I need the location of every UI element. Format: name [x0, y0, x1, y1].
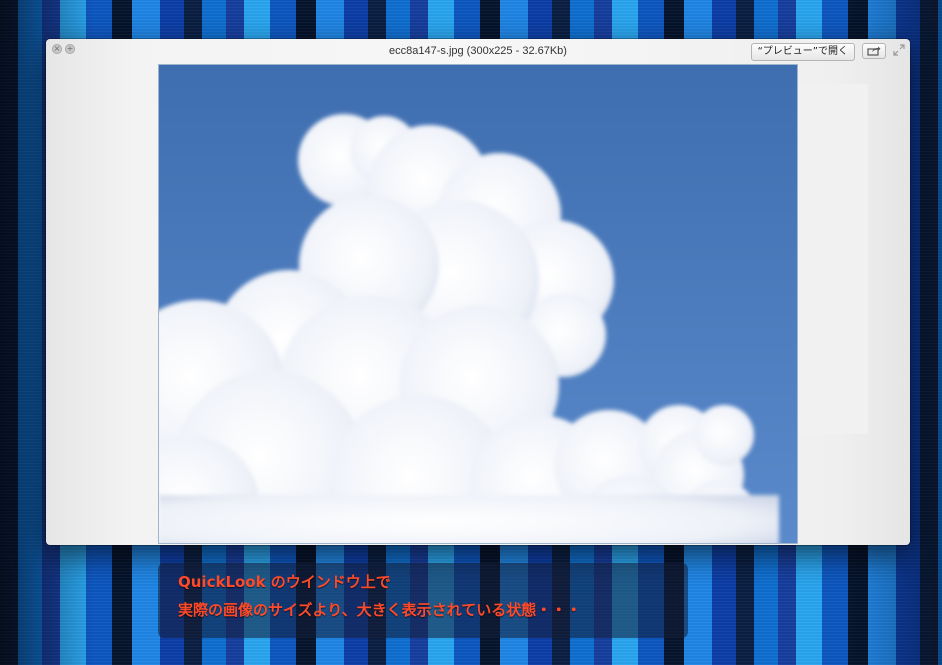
image-preview	[158, 64, 798, 544]
share-icon	[867, 46, 881, 56]
caption-box: QuickLook のウインドウ上で 実際の画像のサイズより、大きく表示されてい…	[158, 563, 688, 638]
caption-line-1: QuickLook のウインドウ上で	[178, 573, 391, 591]
open-with-preview-button[interactable]: “プレビュー”で開く	[750, 43, 855, 61]
background-window-panel	[798, 84, 868, 434]
quicklook-window[interactable]: × + ecc8a147-s.jpg (300x225 - 32.67Kb) “…	[46, 39, 910, 545]
cloud-image	[159, 65, 797, 543]
window-titlebar[interactable]: × + ecc8a147-s.jpg (300x225 - 32.67Kb) “…	[46, 39, 910, 63]
caption-line-2: 実際の画像のサイズより、大きく表示されている状態・・・	[178, 601, 582, 619]
share-button[interactable]	[862, 43, 886, 59]
expand-icon[interactable]	[893, 44, 905, 56]
